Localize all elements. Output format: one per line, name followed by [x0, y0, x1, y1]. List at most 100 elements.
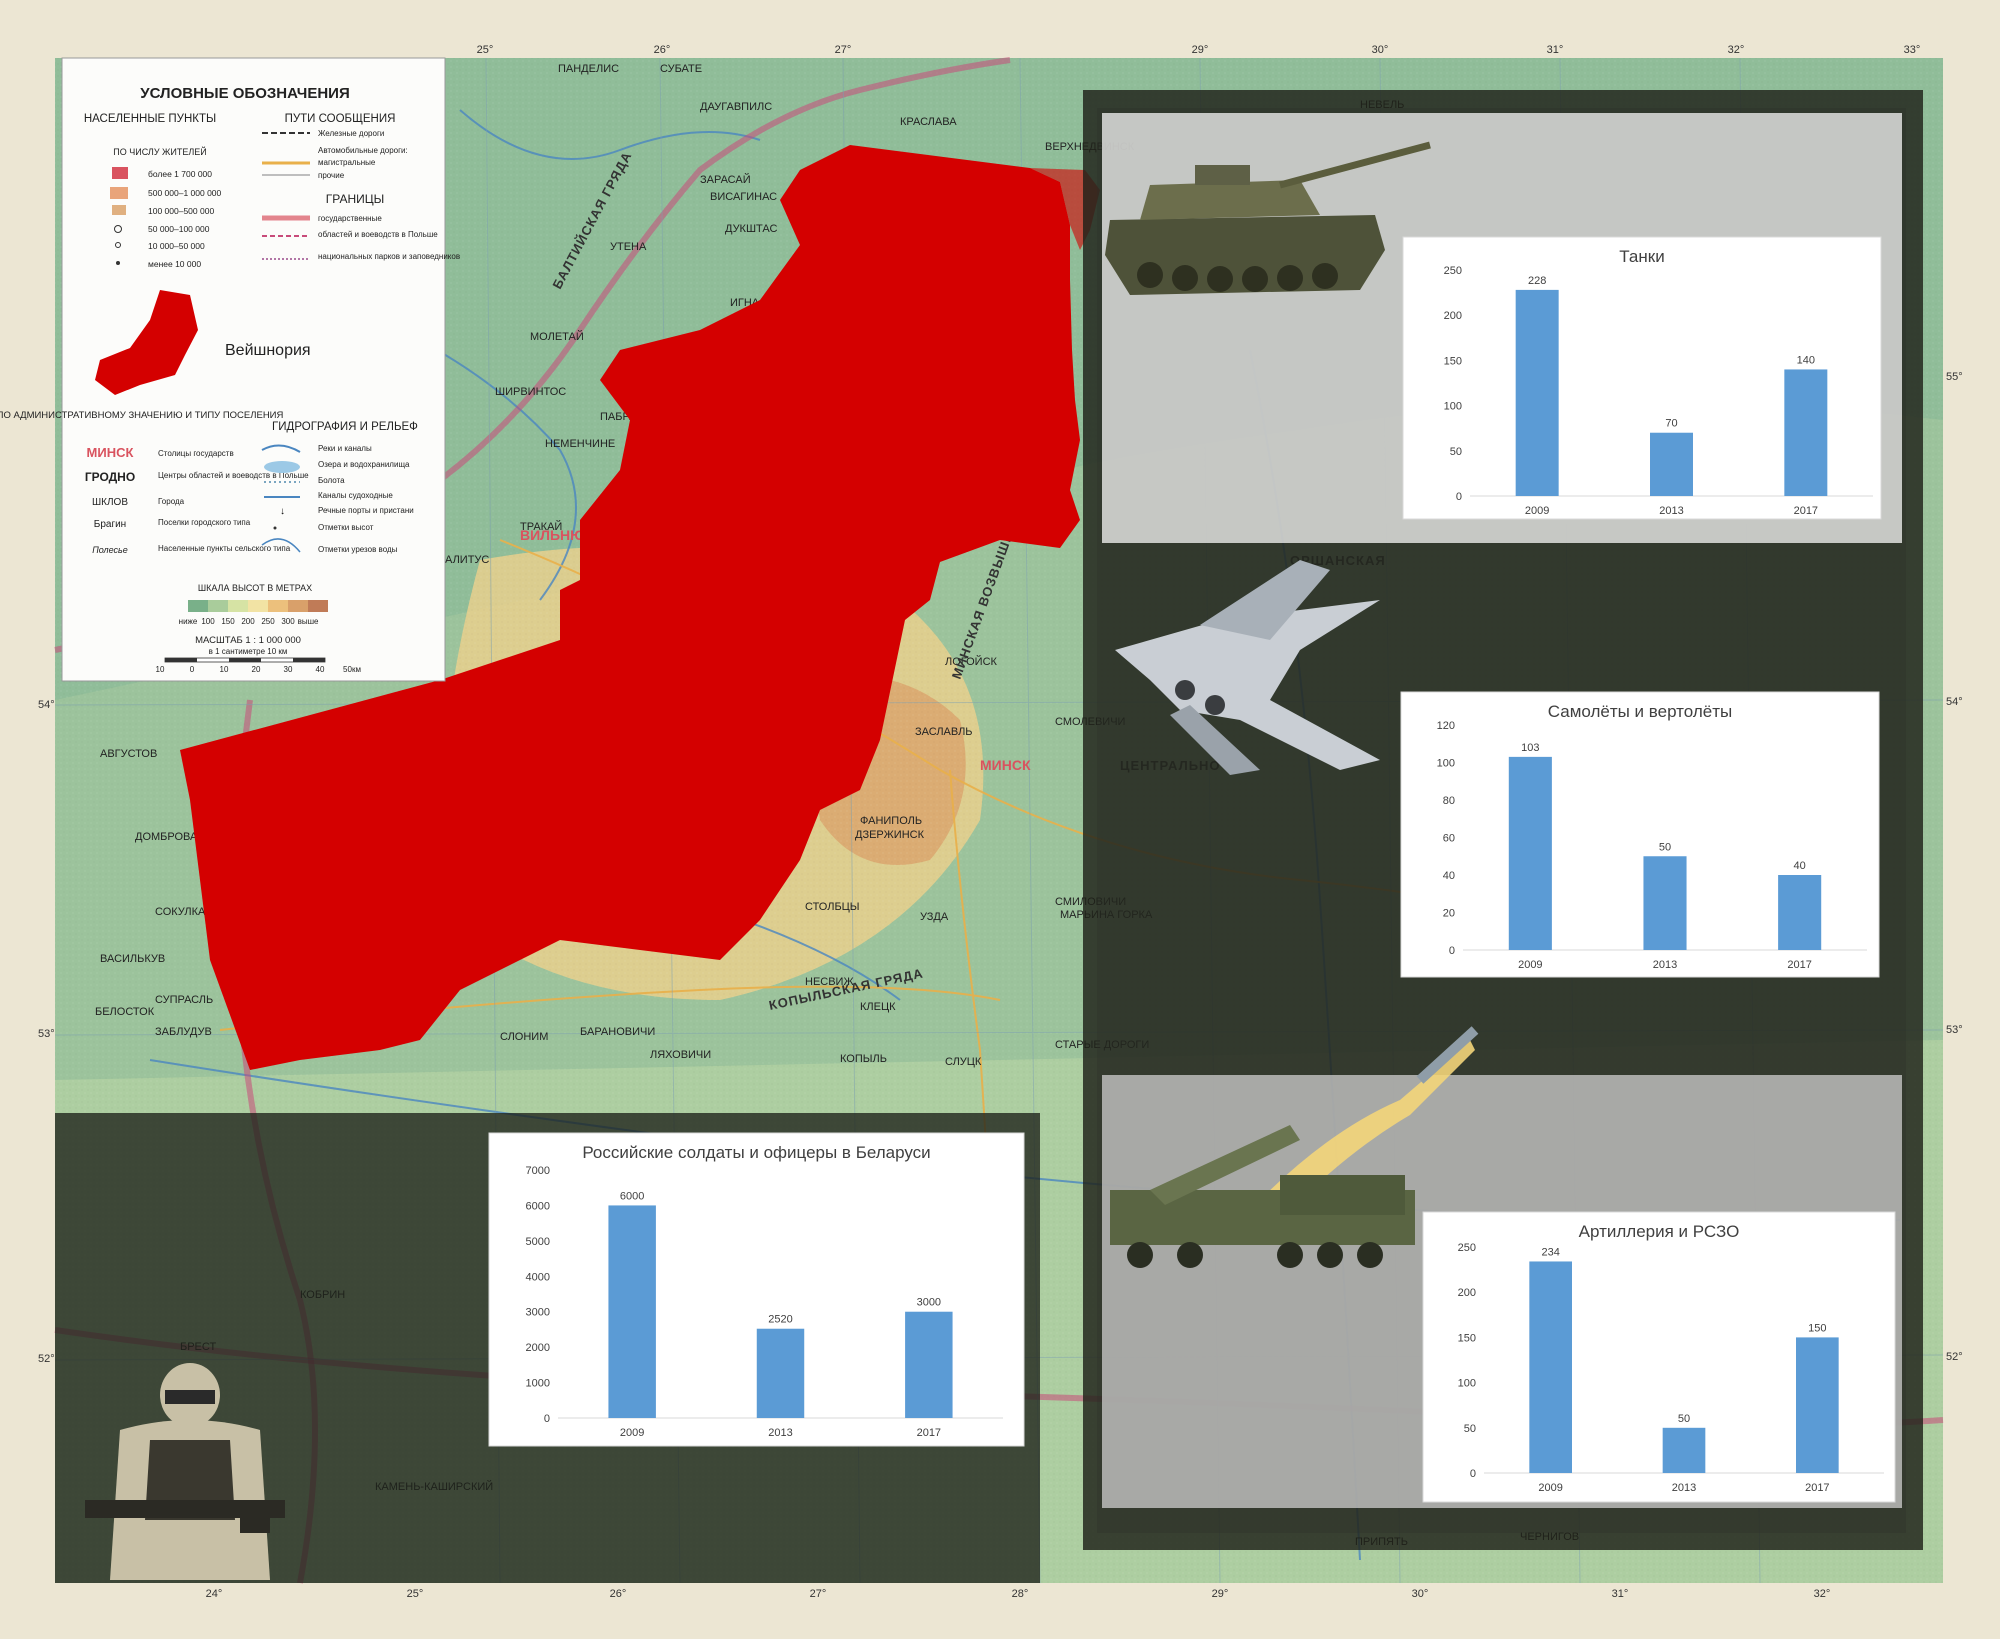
- height-scale-swatch: [248, 600, 268, 612]
- bar: [1529, 1261, 1572, 1473]
- hydro-item: Реки и каналы: [318, 444, 372, 453]
- bar-value-label: 70: [1665, 418, 1677, 430]
- x-tick-label: 2017: [917, 1427, 941, 1439]
- degree-label-bottom: 26°: [610, 1588, 627, 1600]
- height-scale-swatch: [228, 600, 248, 612]
- degree-label-bottom: 27°: [810, 1588, 827, 1600]
- place-label: КОПЫЛЬ: [840, 1053, 887, 1065]
- degree-label-top: 26°: [654, 44, 671, 56]
- scale-bar: [164, 657, 326, 663]
- place-label: АВГУСТОВ: [100, 748, 157, 760]
- place-label: КЛЕЦК: [860, 1001, 896, 1013]
- infographic-map: 25° 26° 27° 29° 30° 31° 32° 33° 24° 25° 26° 27° 28°…: [0, 0, 2000, 1639]
- place-label: СЛОНИМ: [500, 1031, 548, 1043]
- routes-item: Железные дороги: [318, 129, 384, 138]
- legend-title: УСЛОВНЫЕ ОБОЗНАЧЕНИЯ: [140, 85, 349, 102]
- scale-subtitle: в 1 сантиметре 10 км: [209, 647, 288, 656]
- place-label: ВАСИЛЬКУВ: [100, 953, 165, 965]
- bar-chart-3: Артиллерия и РСЗО 0 50 100 150 200 250 234 2009 5…: [1422, 1211, 1896, 1503]
- admin-item: Поселки городского типа: [158, 518, 251, 527]
- legend-hydro-header: ГИДРОГРАФИЯ И РЕЛЬЕФ: [272, 421, 418, 433]
- degree-label-bottom: 31°: [1612, 1588, 1629, 1600]
- degree-label-right: 52°: [1946, 1351, 1963, 1363]
- y-tick-label: 200: [1444, 310, 1462, 322]
- y-tick-label: 50: [1450, 446, 1462, 458]
- admin-item: Города: [158, 497, 185, 506]
- place-label: СОКУЛКА: [155, 906, 206, 918]
- bar: [1650, 432, 1693, 496]
- place-label: ВИСАГИНАС: [710, 191, 777, 203]
- population-item: 50 000–100 000: [148, 224, 210, 234]
- bar-chart-4: Российские солдаты и офицеры в Беларуси 0…: [488, 1132, 1025, 1447]
- admin-sample-center: ГРОДНО: [85, 470, 135, 484]
- admin-sample-village: Полесье: [92, 545, 128, 555]
- population-item: более 1 700 000: [148, 169, 212, 179]
- admin-item: Столицы государств: [158, 449, 234, 458]
- degree-label-bottom: 29°: [1212, 1588, 1229, 1600]
- y-tick-label: 200: [1458, 1287, 1476, 1299]
- x-tick-label: 2017: [1787, 959, 1811, 971]
- population-item: менее 10 000: [148, 259, 201, 269]
- routes-item: Автомобильные дороги:: [318, 146, 408, 155]
- place-label: НЕМЕНЧИНЕ: [545, 438, 615, 450]
- hydro-item: Болота: [318, 476, 345, 485]
- place-label: АЛИТУС: [445, 554, 489, 566]
- borders-item: областей и воеводств в Польше: [318, 230, 438, 239]
- place-label: КРАСЛАВА: [900, 116, 957, 128]
- place-label: ЛЯХОВИЧИ: [650, 1049, 711, 1061]
- x-tick-label: 2009: [1525, 505, 1549, 517]
- degree-label-top: 29°: [1192, 44, 1209, 56]
- scale-tick-label: 40: [316, 665, 325, 674]
- legend-settlements-header: НАСЕЛЕННЫЕ ПУНКТЫ: [84, 113, 216, 125]
- scale-tick-label: 10: [220, 665, 229, 674]
- scale-tick-label: 30: [284, 665, 293, 674]
- bar: [1508, 756, 1552, 950]
- degree-label-left: 53°: [38, 1028, 55, 1040]
- admin-sample-capital: МИНСК: [87, 445, 134, 460]
- height-scale-swatch: [308, 600, 328, 612]
- place-label: УТЕНА: [610, 241, 647, 253]
- degree-label-top: 33°: [1904, 44, 1921, 56]
- y-tick-label: 100: [1444, 401, 1462, 413]
- hydro-item: Озера и водохранилища: [318, 460, 410, 469]
- admin-sample-town: Брагин: [94, 519, 126, 530]
- legend-routes-header: ПУТИ СООБЩЕНИЯ: [285, 113, 396, 125]
- y-tick-label: 0: [1449, 945, 1455, 957]
- height-scale-swatch: [288, 600, 308, 612]
- x-tick-label: 2009: [1538, 1482, 1562, 1494]
- height-scale-label: выше: [298, 617, 319, 626]
- bar-chart-2: Самолёты и вертолёты 0 20 40 60 80 100 120 103 20…: [1400, 691, 1880, 978]
- legend-box: УСЛОВНЫЕ ОБОЗНАЧЕНИЯ НАСЕЛЕННЫЕ ПУНКТЫ П…: [0, 57, 460, 682]
- height-scale-label: 200: [241, 617, 255, 626]
- y-tick-label: 150: [1458, 1332, 1476, 1344]
- bar-value-label: 103: [1521, 742, 1539, 754]
- bar: [608, 1205, 656, 1418]
- degree-label-top: 27°: [835, 44, 852, 56]
- borders-item: государственные: [318, 214, 382, 223]
- x-tick-label: 2013: [768, 1427, 792, 1439]
- degree-label-top: 30°: [1372, 44, 1389, 56]
- y-tick-label: 250: [1444, 265, 1462, 277]
- bar: [1778, 875, 1822, 950]
- place-label: БЕЛОСТОК: [95, 1006, 155, 1018]
- place-label: ЗАБЛУДУВ: [155, 1026, 212, 1038]
- bar-value-label: 6000: [620, 1190, 644, 1202]
- population-item: 100 000–500 000: [148, 206, 214, 216]
- height-scale-swatch: [208, 600, 228, 612]
- height-scale-label: ниже: [179, 617, 198, 626]
- degree-label-bottom: 24°: [206, 1588, 223, 1600]
- place-label: ДУКШТАС: [725, 223, 777, 235]
- legend-borders-header: ГРАНИЦЫ: [326, 192, 385, 206]
- degree-label-top: 31°: [1547, 44, 1564, 56]
- y-tick-label: 100: [1458, 1378, 1476, 1390]
- scale-tick-label: 20: [252, 665, 261, 674]
- bar: [1643, 856, 1687, 950]
- x-tick-label: 2013: [1672, 1482, 1696, 1494]
- degree-label-right: 55°: [1946, 371, 1963, 383]
- legend-region-label: Вейшнория: [225, 342, 311, 359]
- place-label: ДАУГАВПИЛС: [700, 101, 772, 113]
- place-label: МИНСК: [980, 757, 1031, 773]
- bar-value-label: 3000: [917, 1297, 941, 1309]
- y-tick-label: 40: [1443, 870, 1455, 882]
- routes-item: прочие: [318, 171, 345, 180]
